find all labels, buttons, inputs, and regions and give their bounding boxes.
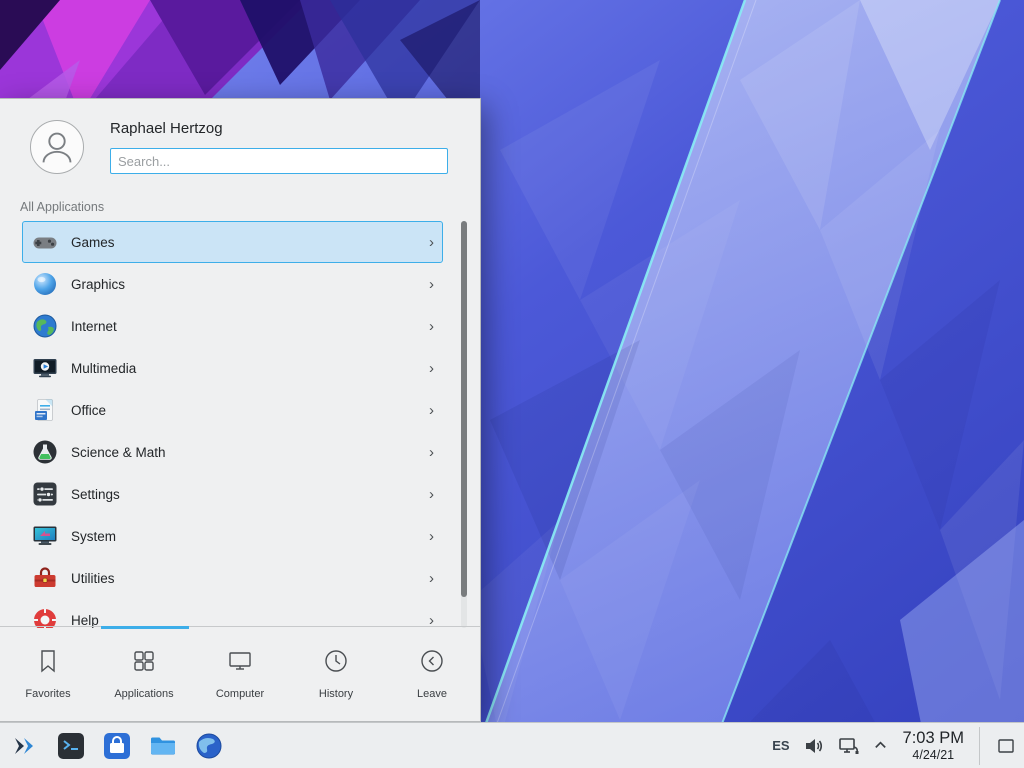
terminal-icon[interactable] [56,731,86,761]
tab-label: Applications [114,688,173,700]
chevron-right-icon: › [429,571,434,586]
show-desktop-icon [996,736,1016,756]
bookmark-icon [35,648,61,679]
taskbar-launchers [0,731,224,761]
app-category-utilities[interactable]: Utilities › [22,557,443,599]
app-category-label: Science & Math [71,445,166,460]
app-category-label: Office [71,403,106,418]
monitor-icon [227,648,253,679]
grid-icon [131,648,157,679]
help-lifering-icon [32,607,58,628]
application-launcher-menu: Raphael Hertzog All Applications Games ›… [0,98,481,722]
tab-label: Favorites [25,688,70,700]
taskbar-separator [979,727,980,765]
launcher-tab-bar: Favorites Applications Computer History [0,626,480,721]
tab-label: Computer [216,688,264,700]
system-tray: ES 7:03 PM 4/24/21 [772,726,1024,766]
science-flask-icon [32,439,58,465]
scrollbar[interactable] [461,221,467,628]
tab-history[interactable]: History [288,627,384,721]
application-list: Games › Graphics › Internet › Multimedia… [0,221,480,628]
app-category-settings[interactable]: Settings › [22,473,443,515]
app-category-label: Graphics [71,277,125,292]
app-category-science-math[interactable]: Science & Math › [22,431,443,473]
chevron-right-icon: › [429,529,434,544]
app-category-label: System [71,529,116,544]
multimedia-screen-icon [32,355,58,381]
tab-applications[interactable]: Applications [96,627,192,721]
graphics-sphere-icon [32,271,58,297]
person-icon [32,122,82,172]
utilities-toolbox-icon [32,565,58,591]
show-desktop-button[interactable] [993,726,1019,766]
active-tab-indicator [101,626,189,629]
clock-icon [323,648,349,679]
app-category-games[interactable]: Games › [22,221,443,263]
browser-globe-icon[interactable] [194,731,224,761]
app-category-multimedia[interactable]: Multimedia › [22,347,443,389]
settings-sliders-icon [32,481,58,507]
user-avatar[interactable] [30,120,84,174]
chevron-right-icon: › [429,277,434,292]
app-category-label: Utilities [71,571,115,586]
gamepad-icon [32,229,58,255]
clock-time: 7:03 PM [903,729,964,748]
tab-label: History [319,688,353,700]
tab-favorites[interactable]: Favorites [0,627,96,721]
app-category-label: Settings [71,487,120,502]
app-category-label: Games [71,235,115,250]
app-category-office[interactable]: Office › [22,389,443,431]
app-category-label: Multimedia [71,361,136,376]
tab-computer[interactable]: Computer [192,627,288,721]
scrollbar-thumb[interactable] [461,221,467,597]
caret-up-icon[interactable] [873,738,888,753]
office-document-icon [32,397,58,423]
clock-date: 4/24/21 [912,748,954,762]
chevron-right-icon: › [429,403,434,418]
tab-leave[interactable]: Leave [384,627,480,721]
app-launcher-icon[interactable] [10,731,40,761]
system-monitor-icon [32,523,58,549]
app-category-graphics[interactable]: Graphics › [22,263,443,305]
app-category-internet[interactable]: Internet › [22,305,443,347]
user-name: Raphael Hertzog [110,120,223,137]
clock-widget[interactable]: 7:03 PM 4/24/21 [903,729,964,762]
chevron-right-icon: › [429,235,434,250]
taskbar: ES 7:03 PM 4/24/21 [0,722,1024,768]
app-category-help[interactable]: Help › [22,599,443,628]
volume-icon[interactable] [803,735,825,757]
software-center-icon[interactable] [102,731,132,761]
chevron-right-icon: › [429,487,434,502]
leave-back-icon [419,648,445,679]
file-manager-folder-icon[interactable] [148,731,178,761]
search-input[interactable] [110,148,448,174]
app-category-label: Internet [71,319,117,334]
globe-icon [32,313,58,339]
chevron-right-icon: › [429,319,434,334]
keyboard-layout-indicator[interactable]: ES [772,738,789,753]
chevron-right-icon: › [429,445,434,460]
app-category-system[interactable]: System › [22,515,443,557]
section-label: All Applications [20,200,104,214]
chevron-right-icon: › [429,361,434,376]
tab-label: Leave [417,688,447,700]
network-icon[interactable] [838,735,860,757]
